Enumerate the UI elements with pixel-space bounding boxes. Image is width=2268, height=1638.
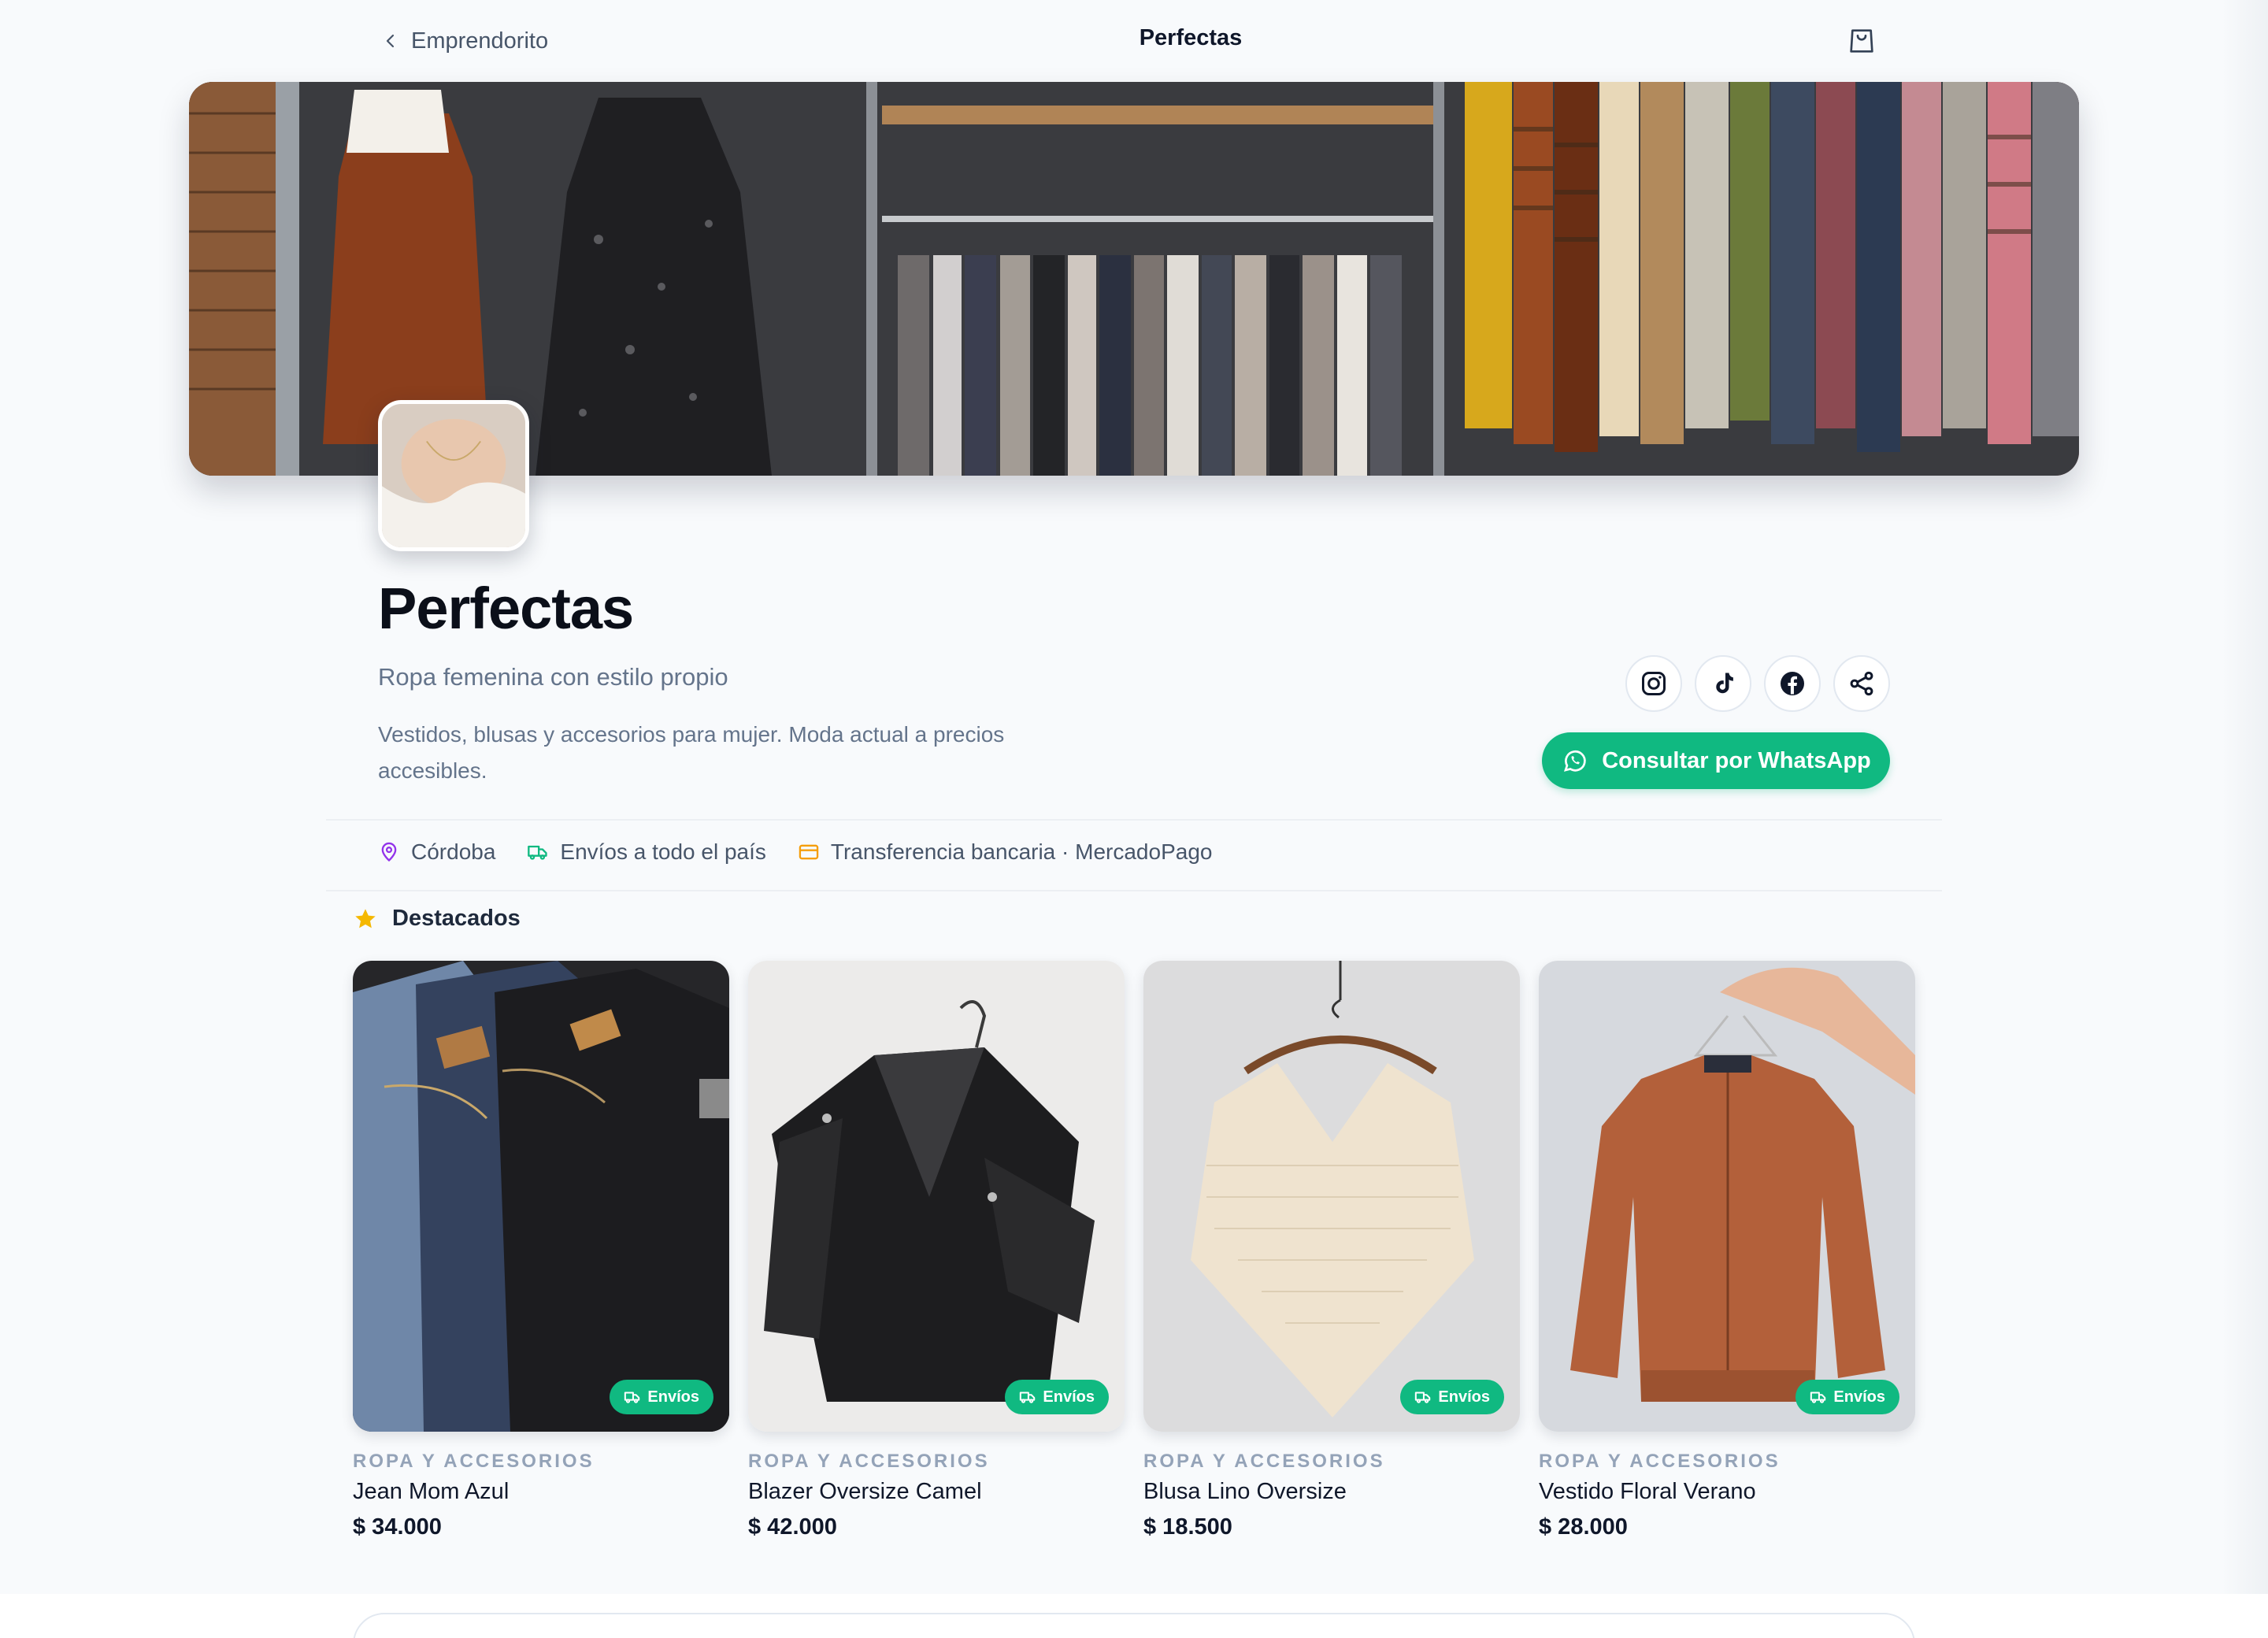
truck-icon [624,1392,640,1403]
tiktok-button[interactable] [1695,655,1751,712]
location-text: Córdoba [411,839,496,864]
map-pin-icon [381,842,397,862]
shipping-text: Envíos a todo el país [560,839,766,864]
shipping-badge: Envíos [610,1380,713,1414]
product-card[interactable]: Envíos ROPA Y ACCESORIOS Blusa Lino Over… [1143,961,1520,1540]
product-price: $ 18.500 [1143,1514,1232,1540]
store-info-row: Córdoba Envíos a todo el país Transferen… [378,839,1212,865]
shipping-badge: Envíos [1796,1380,1899,1414]
product-category: ROPA Y ACCESORIOS [353,1451,595,1472]
product-name: Blazer Oversize Camel [748,1479,982,1504]
divider [326,890,1942,891]
location-info: Córdoba [378,839,495,865]
page-edge-shade [2221,0,2268,1638]
divider [326,819,1942,821]
store-tagline: Ropa femenina con estilo propio [378,663,728,691]
product-card[interactable]: Envíos ROPA Y ACCESORIOS Blazer Oversize… [748,961,1125,1540]
payment-info: Transferencia bancaria · MercadoPago [798,839,1213,865]
product-image: Envíos [1539,961,1915,1432]
product-card[interactable]: Envíos ROPA Y ACCESORIOS Jean Mom Azul $… [353,961,729,1540]
shopping-bag-icon [1850,29,1873,53]
top-nav: Emprendorito Perfectas [0,0,2268,82]
star-icon [355,908,376,928]
featured-title: Destacados [392,906,521,931]
shipping-badge-label: Envíos [1043,1388,1095,1406]
nav-title: Perfectas [1139,25,1243,50]
whatsapp-button[interactable]: Consultar por WhatsApp [1542,732,1890,789]
product-name: Vestido Floral Verano [1539,1479,1756,1504]
truck-icon [1810,1392,1826,1403]
social-links [1625,655,1890,712]
shipping-badge-label: Envíos [647,1388,699,1406]
instagram-button[interactable] [1625,655,1682,712]
whatsapp-icon [1564,750,1586,772]
tiktok-icon [1716,673,1733,694]
whatsapp-button-label: Consultar por WhatsApp [1602,747,1871,773]
shipping-badge-label: Envíos [1833,1388,1885,1406]
share-icon [1850,671,1873,696]
truck-icon [528,845,548,860]
product-category: ROPA Y ACCESORIOS [748,1451,990,1472]
product-price: $ 42.000 [748,1514,837,1540]
store-name: Perfectas [378,576,634,641]
shipping-info: Envíos a todo el país [527,839,766,865]
store-avatar [378,400,529,551]
share-button[interactable] [1833,655,1890,712]
facebook-button[interactable] [1764,655,1821,712]
store-description: Vestidos, blusas y accesorios para mujer… [378,722,1005,783]
product-image: Envíos [1143,961,1520,1432]
product-price: $ 34.000 [353,1514,442,1540]
shipping-badge: Envíos [1400,1380,1504,1414]
shipping-badge: Envíos [1005,1380,1109,1414]
instagram-icon [1642,672,1666,695]
product-image: Envíos [353,961,729,1432]
product-category: ROPA Y ACCESORIOS [1143,1451,1385,1472]
truck-icon [1415,1392,1431,1403]
product-category: ROPA Y ACCESORIOS [1539,1451,1781,1472]
credit-card-icon [799,844,819,860]
cart-button[interactable] [1846,25,1877,57]
product-name: Jean Mom Azul [353,1479,510,1504]
facebook-icon [1781,672,1804,695]
product-price: $ 28.000 [1539,1514,1628,1540]
product-card[interactable]: Envíos ROPA Y ACCESORIOS Vestido Floral … [1539,961,1915,1540]
featured-section-title: Destacados [353,906,521,932]
shipping-badge-label: Envíos [1438,1388,1490,1406]
product-name: Blusa Lino Oversize [1143,1479,1347,1504]
product-image: Envíos [748,961,1125,1432]
next-section-card [353,1613,1915,1638]
truck-icon [1020,1392,1036,1403]
payment-text: Transferencia bancaria · MercadoPago [830,839,1213,864]
product-grid: Envíos ROPA Y ACCESORIOS Jean Mom Azul $… [353,961,1915,1540]
